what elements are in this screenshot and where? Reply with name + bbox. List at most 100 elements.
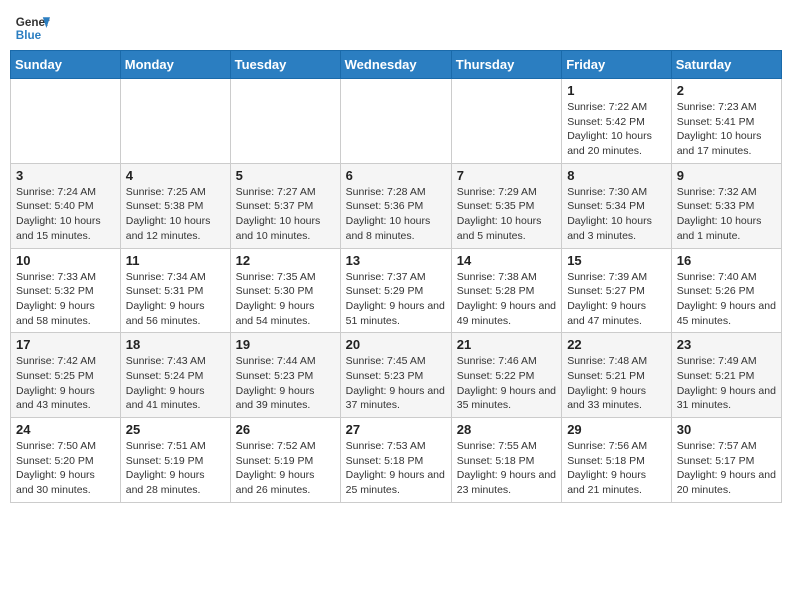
day-number: 27 bbox=[346, 422, 446, 437]
day-number: 16 bbox=[677, 253, 776, 268]
logo: General Blue bbox=[14, 10, 50, 46]
calendar-cell: 15 Sunrise: 7:39 AM Sunset: 5:27 PM Dayli… bbox=[562, 248, 672, 333]
calendar-cell: 27 Sunrise: 7:53 AM Sunset: 5:18 PM Dayli… bbox=[340, 418, 451, 503]
day-number: 8 bbox=[567, 168, 666, 183]
day-info: Sunrise: 7:33 AM Sunset: 5:32 PM Dayligh… bbox=[16, 270, 115, 329]
day-info: Sunrise: 7:53 AM Sunset: 5:18 PM Dayligh… bbox=[346, 439, 446, 498]
day-info: Sunrise: 7:40 AM Sunset: 5:26 PM Dayligh… bbox=[677, 270, 776, 329]
day-info: Sunrise: 7:25 AM Sunset: 5:38 PM Dayligh… bbox=[126, 185, 225, 244]
calendar-table: SundayMondayTuesdayWednesdayThursdayFrid… bbox=[10, 50, 782, 503]
day-info: Sunrise: 7:39 AM Sunset: 5:27 PM Dayligh… bbox=[567, 270, 666, 329]
day-number: 14 bbox=[457, 253, 556, 268]
weekday-header-monday: Monday bbox=[120, 51, 230, 79]
calendar-cell bbox=[120, 79, 230, 164]
calendar-cell: 7 Sunrise: 7:29 AM Sunset: 5:35 PM Daylig… bbox=[451, 163, 561, 248]
day-number: 15 bbox=[567, 253, 666, 268]
day-number: 18 bbox=[126, 337, 225, 352]
day-number: 12 bbox=[236, 253, 335, 268]
weekday-header-saturday: Saturday bbox=[671, 51, 781, 79]
calendar-cell: 2Sunrise: 7:23 AM Sunset: 5:41 PM Daylig… bbox=[671, 79, 781, 164]
week-row-2: 3Sunrise: 7:24 AM Sunset: 5:40 PM Daylig… bbox=[11, 163, 782, 248]
calendar-cell: 16 Sunrise: 7:40 AM Sunset: 5:26 PM Dayli… bbox=[671, 248, 781, 333]
day-number: 11 bbox=[126, 253, 225, 268]
calendar-cell bbox=[340, 79, 451, 164]
weekday-header-row: SundayMondayTuesdayWednesdayThursdayFrid… bbox=[11, 51, 782, 79]
calendar-cell: 5 Sunrise: 7:27 AM Sunset: 5:37 PM Daylig… bbox=[230, 163, 340, 248]
calendar-cell: 20Sunrise: 7:45 AM Sunset: 5:23 PM Dayli… bbox=[340, 333, 451, 418]
calendar-cell: 12 Sunrise: 7:35 AM Sunset: 5:30 PM Dayli… bbox=[230, 248, 340, 333]
day-number: 5 bbox=[236, 168, 335, 183]
day-number: 19 bbox=[236, 337, 335, 352]
calendar-cell: 19 Sunrise: 7:44 AM Sunset: 5:23 PM Dayli… bbox=[230, 333, 340, 418]
day-number: 10 bbox=[16, 253, 115, 268]
day-info: Sunrise: 7:27 AM Sunset: 5:37 PM Dayligh… bbox=[236, 185, 335, 244]
day-info: Sunrise: 7:22 AM Sunset: 5:42 PM Dayligh… bbox=[567, 100, 666, 159]
day-number: 13 bbox=[346, 253, 446, 268]
day-number: 3 bbox=[16, 168, 115, 183]
weekday-header-thursday: Thursday bbox=[451, 51, 561, 79]
day-info: Sunrise: 7:32 AM Sunset: 5:33 PM Dayligh… bbox=[677, 185, 776, 244]
day-info: Sunrise: 7:37 AM Sunset: 5:29 PM Dayligh… bbox=[346, 270, 446, 329]
day-info: Sunrise: 7:29 AM Sunset: 5:35 PM Dayligh… bbox=[457, 185, 556, 244]
day-info: Sunrise: 7:35 AM Sunset: 5:30 PM Dayligh… bbox=[236, 270, 335, 329]
day-number: 30 bbox=[677, 422, 776, 437]
calendar-cell: 11 Sunrise: 7:34 AM Sunset: 5:31 PM Dayli… bbox=[120, 248, 230, 333]
week-row-1: 1 Sunrise: 7:22 AM Sunset: 5:42 PM Daylig… bbox=[11, 79, 782, 164]
day-number: 1 bbox=[567, 83, 666, 98]
day-info: Sunrise: 7:45 AM Sunset: 5:23 PM Dayligh… bbox=[346, 354, 446, 413]
calendar-cell: 4 Sunrise: 7:25 AM Sunset: 5:38 PM Daylig… bbox=[120, 163, 230, 248]
day-info: Sunrise: 7:46 AM Sunset: 5:22 PM Dayligh… bbox=[457, 354, 556, 413]
calendar-cell: 9 Sunrise: 7:32 AM Sunset: 5:33 PM Daylig… bbox=[671, 163, 781, 248]
day-number: 24 bbox=[16, 422, 115, 437]
weekday-header-friday: Friday bbox=[562, 51, 672, 79]
day-number: 26 bbox=[236, 422, 335, 437]
day-number: 25 bbox=[126, 422, 225, 437]
week-row-4: 17 Sunrise: 7:42 AM Sunset: 5:25 PM Dayli… bbox=[11, 333, 782, 418]
day-number: 29 bbox=[567, 422, 666, 437]
logo-icon: General Blue bbox=[14, 10, 50, 46]
page-header: General Blue bbox=[10, 10, 782, 46]
day-info: Sunrise: 7:48 AM Sunset: 5:21 PM Dayligh… bbox=[567, 354, 666, 413]
day-number: 21 bbox=[457, 337, 556, 352]
day-info: Sunrise: 7:50 AM Sunset: 5:20 PM Dayligh… bbox=[16, 439, 115, 498]
calendar-cell: 24 Sunrise: 7:50 AM Sunset: 5:20 PM Dayli… bbox=[11, 418, 121, 503]
day-number: 9 bbox=[677, 168, 776, 183]
calendar-cell: 3Sunrise: 7:24 AM Sunset: 5:40 PM Daylig… bbox=[11, 163, 121, 248]
day-number: 4 bbox=[126, 168, 225, 183]
week-row-5: 24 Sunrise: 7:50 AM Sunset: 5:20 PM Dayli… bbox=[11, 418, 782, 503]
calendar-cell: 30Sunrise: 7:57 AM Sunset: 5:17 PM Dayli… bbox=[671, 418, 781, 503]
calendar-cell bbox=[11, 79, 121, 164]
day-info: Sunrise: 7:56 AM Sunset: 5:18 PM Dayligh… bbox=[567, 439, 666, 498]
day-info: Sunrise: 7:43 AM Sunset: 5:24 PM Dayligh… bbox=[126, 354, 225, 413]
day-info: Sunrise: 7:42 AM Sunset: 5:25 PM Dayligh… bbox=[16, 354, 115, 413]
calendar-cell: 26 Sunrise: 7:52 AM Sunset: 5:19 PM Dayli… bbox=[230, 418, 340, 503]
calendar-cell bbox=[230, 79, 340, 164]
day-number: 2 bbox=[677, 83, 776, 98]
calendar-cell: 6Sunrise: 7:28 AM Sunset: 5:36 PM Daylig… bbox=[340, 163, 451, 248]
calendar-cell: 1 Sunrise: 7:22 AM Sunset: 5:42 PM Daylig… bbox=[562, 79, 672, 164]
day-number: 7 bbox=[457, 168, 556, 183]
calendar-cell: 21 Sunrise: 7:46 AM Sunset: 5:22 PM Dayli… bbox=[451, 333, 561, 418]
calendar-cell: 18 Sunrise: 7:43 AM Sunset: 5:24 PM Dayli… bbox=[120, 333, 230, 418]
week-row-3: 10 Sunrise: 7:33 AM Sunset: 5:32 PM Dayli… bbox=[11, 248, 782, 333]
weekday-header-sunday: Sunday bbox=[11, 51, 121, 79]
day-info: Sunrise: 7:38 AM Sunset: 5:28 PM Dayligh… bbox=[457, 270, 556, 329]
day-info: Sunrise: 7:51 AM Sunset: 5:19 PM Dayligh… bbox=[126, 439, 225, 498]
day-info: Sunrise: 7:52 AM Sunset: 5:19 PM Dayligh… bbox=[236, 439, 335, 498]
calendar-cell: 22Sunrise: 7:48 AM Sunset: 5:21 PM Dayli… bbox=[562, 333, 672, 418]
calendar-cell: 25 Sunrise: 7:51 AM Sunset: 5:19 PM Dayli… bbox=[120, 418, 230, 503]
day-info: Sunrise: 7:49 AM Sunset: 5:21 PM Dayligh… bbox=[677, 354, 776, 413]
day-number: 28 bbox=[457, 422, 556, 437]
calendar-cell: 28 Sunrise: 7:55 AM Sunset: 5:18 PM Dayli… bbox=[451, 418, 561, 503]
calendar-cell: 13 Sunrise: 7:37 AM Sunset: 5:29 PM Dayli… bbox=[340, 248, 451, 333]
day-info: Sunrise: 7:30 AM Sunset: 5:34 PM Dayligh… bbox=[567, 185, 666, 244]
calendar-cell: 10 Sunrise: 7:33 AM Sunset: 5:32 PM Dayli… bbox=[11, 248, 121, 333]
weekday-header-tuesday: Tuesday bbox=[230, 51, 340, 79]
day-info: Sunrise: 7:34 AM Sunset: 5:31 PM Dayligh… bbox=[126, 270, 225, 329]
day-info: Sunrise: 7:44 AM Sunset: 5:23 PM Dayligh… bbox=[236, 354, 335, 413]
day-info: Sunrise: 7:55 AM Sunset: 5:18 PM Dayligh… bbox=[457, 439, 556, 498]
day-number: 23 bbox=[677, 337, 776, 352]
day-number: 17 bbox=[16, 337, 115, 352]
calendar-cell: 17 Sunrise: 7:42 AM Sunset: 5:25 PM Dayli… bbox=[11, 333, 121, 418]
svg-text:Blue: Blue bbox=[16, 29, 42, 42]
